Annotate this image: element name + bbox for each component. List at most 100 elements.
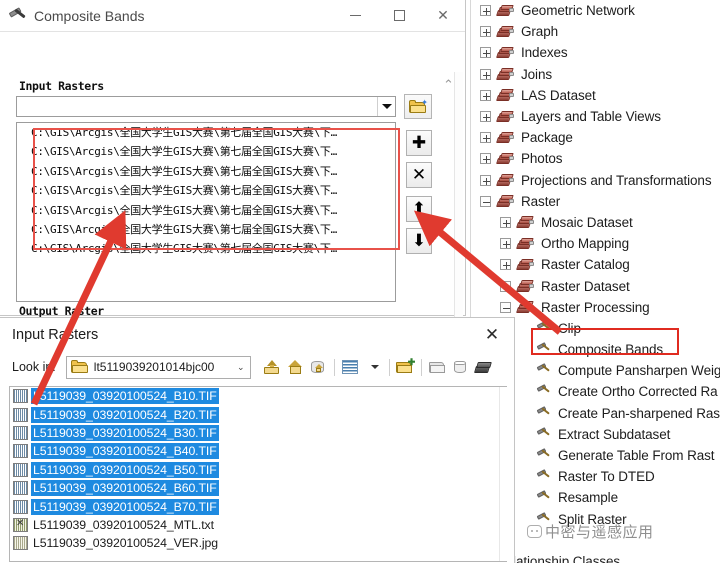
tree-item-photos[interactable]: Photos [470,148,720,169]
tree-item-label: Photos [521,151,563,167]
raster-list-row[interactable]: C:\GIS\Arcgis\全国大学生GIS大赛\第七届全国GIS大赛\下… [17,201,395,220]
file-list-item[interactable]: L5119039_03920100524_B20.TIF [10,405,507,423]
expand-icon[interactable] [500,259,511,271]
toolbox-icon [496,3,515,18]
input-rasters-combo[interactable] [16,96,396,117]
tree-item-raster-dataset[interactable]: Raster Dataset [470,275,720,296]
default-database-icon[interactable] [307,356,330,378]
input-rasters-browse-dialog[interactable]: Input Rasters ✕ Look in: lt5119039201014… [0,317,515,563]
file-list-item[interactable]: L5119039_03920100524_B50.TIF [10,461,507,479]
browse-dialog-title-bar[interactable]: Input Rasters ✕ [0,318,514,351]
expand-icon[interactable] [480,153,491,165]
toolbox-icon [496,151,515,166]
chevron-up-icon[interactable]: ⌃ [441,78,456,92]
file-list-item[interactable]: L5119039_03920100524_VER.jpg [10,534,507,552]
raster-list-row[interactable]: C:\GIS\Arcgis\全国大学生GIS大赛\第七届全国GIS大赛\下… [17,220,395,239]
file-list-item[interactable]: L5119039_03920100524_B60.TIF [10,479,507,497]
up-one-level-icon[interactable] [261,356,284,378]
hammer-tool-icon [536,384,552,399]
tree-item-package[interactable]: Package [470,127,720,148]
collapse-icon[interactable] [500,301,511,313]
composite-bands-dialog[interactable]: Composite Bands ✕ ⌃ Input Rasters ✦ C:\G… [0,0,466,348]
move-down-button[interactable]: ⬇ [406,228,432,254]
hammer-tool-icon [536,363,552,378]
tree-item-mosaic-dataset[interactable]: Mosaic Dataset [470,212,720,233]
tree-item-layers-and-table-views[interactable]: Layers and Table Views [470,106,720,127]
tree-item-projections-and-transformations[interactable]: Projections and Transformations [470,170,720,191]
chevron-down-icon[interactable]: ⌄ [232,362,250,373]
tree-item-indexes[interactable]: Indexes [470,42,720,63]
raster-list-row[interactable]: C:\GIS\Arcgis\全国大学生GIS大赛\第七届全国GIS大赛\下… [17,162,395,181]
tree-item-label: Clip [558,320,581,336]
expand-icon[interactable] [480,174,491,186]
toolbox-icon [516,257,535,272]
wechat-icon [527,524,542,538]
toolbar-separator [420,358,422,376]
output-raster-label: Output Raster [19,304,104,318]
file-list-item[interactable]: L5119039_03920100524_B70.TIF [10,497,507,515]
file-list[interactable]: L5119039_03920100524_B10.TIF L5119039_039… [9,386,507,562]
toolbox-icon [496,173,515,188]
add-raster-button[interactable]: ✚ [406,130,432,156]
tree-item-label: Indexes [521,45,568,61]
expand-icon[interactable] [500,280,511,292]
maximize-button[interactable] [377,0,421,31]
expand-icon[interactable] [480,26,491,38]
file-list-item[interactable]: L5119039_03920100524_B40.TIF [10,442,507,460]
expand-icon[interactable] [480,89,491,101]
raster-list-row[interactable]: C:\GIS\Arcgis\全国大学生GIS大赛\第七届全国GIS大赛\下… [17,239,395,258]
hammer-tool-icon [536,342,552,357]
look-in-combo[interactable]: lt5119039201014bjc00 ⌄ [65,355,251,379]
connect-to-folder-icon[interactable] [426,356,449,378]
browse-dialog-toolbar[interactable]: Look in: lt5119039201014bjc00 ⌄ ✚ [0,351,514,383]
raster-list-row[interactable]: C:\GIS\Arcgis\全国大学生GIS大赛\第七届全国GIS大赛\下… [17,142,395,161]
tree-item-graph[interactable]: Graph [470,21,720,42]
tree-item-geometric-network[interactable]: Geometric Network [470,0,720,21]
toolbox-icon[interactable] [472,356,495,378]
expand-icon[interactable] [500,238,511,250]
chevron-down-icon[interactable] [377,97,395,116]
browse-input-rasters-button[interactable]: ✦ [404,94,432,119]
new-folder-icon[interactable]: ✚ [394,356,417,378]
toolbox-icon [516,236,535,251]
hammer-tool-icon [536,321,552,336]
database-connection-icon[interactable] [449,356,472,378]
raster-list-row[interactable]: C:\GIS\Arcgis\全国大学生GIS大赛\第七届全国GIS大赛\下… [17,123,395,142]
tree-item-las-dataset[interactable]: LAS Dataset [470,85,720,106]
toolbar-separator [333,358,335,376]
expand-icon[interactable] [500,216,511,228]
expand-icon[interactable] [480,5,491,17]
file-list-item[interactable]: L5119039_03920100524_B30.TIF [10,424,507,442]
browse-dialog-close-button[interactable]: ✕ [470,319,514,351]
collapse-icon[interactable] [480,195,491,207]
expand-icon[interactable] [480,47,491,59]
tree-item-raster[interactable]: Raster [470,191,720,212]
expand-icon[interactable] [480,132,491,144]
expand-icon[interactable] [480,68,491,80]
tree-item-label: Mosaic Dataset [541,214,633,230]
input-rasters-list[interactable]: C:\GIS\Arcgis\全国大学生GIS大赛\第七届全国GIS大赛\下… C:… [16,122,396,302]
file-list-item[interactable]: L5119039_03920100524_B10.TIF [10,387,507,405]
remove-raster-button[interactable]: ✕ [406,162,432,188]
dialog-title-bar[interactable]: Composite Bands ✕ [0,0,465,32]
hammer-tool-icon [8,6,30,25]
hammer-tool-icon [536,448,552,463]
tree-item-raster-catalog[interactable]: Raster Catalog [470,254,720,275]
file-list-item[interactable]: L5119039_03920100524_MTL.txt [10,516,507,534]
close-button[interactable]: ✕ [421,0,465,31]
expand-icon[interactable] [480,111,491,123]
toolbar-separator [388,358,390,376]
home-icon[interactable] [284,356,307,378]
watermark-overlay: 中密与遥感应用 [527,519,707,543]
raster-list-row[interactable]: C:\GIS\Arcgis\全国大学生GIS大赛\第七届全国GIS大赛\下… [17,181,395,200]
dialog-scrollbar[interactable] [454,72,463,348]
minimize-button[interactable] [333,0,377,31]
view-type-icon[interactable] [339,356,362,378]
image-file-icon [13,536,28,551]
move-up-button[interactable]: ⬆ [406,196,432,222]
tree-item-ortho-mapping[interactable]: Ortho Mapping [470,233,720,254]
tree-item-raster-processing[interactable]: Raster Processing [470,297,720,318]
tree-item-joins[interactable]: Joins [470,64,720,85]
raster-file-icon [13,481,28,496]
view-type-dropdown-icon[interactable] [362,356,385,378]
